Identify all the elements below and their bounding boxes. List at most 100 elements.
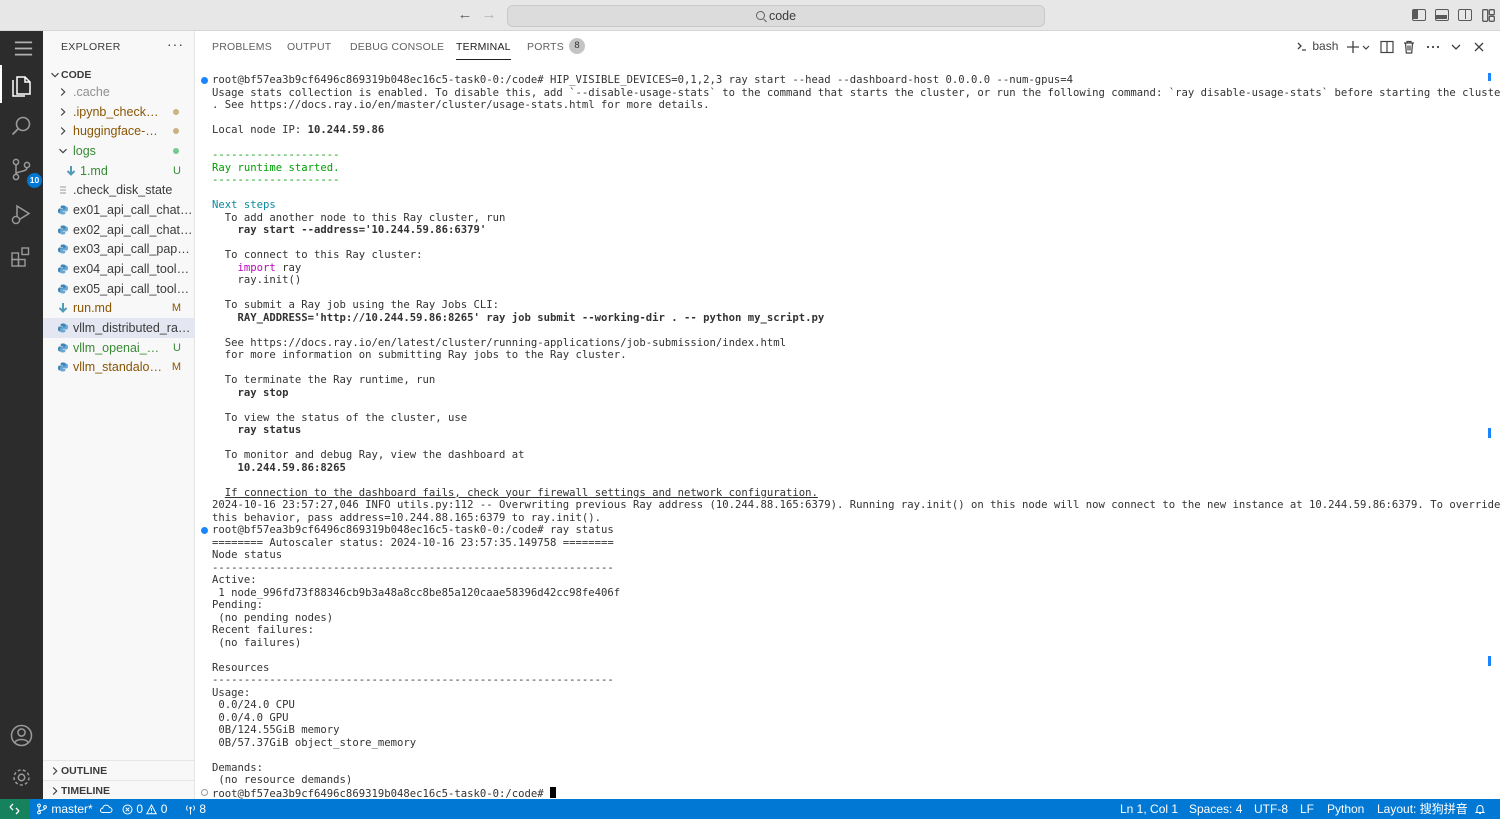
terminal-line: Recent failures:: [212, 624, 315, 636]
settings-gear-icon[interactable]: [8, 764, 35, 791]
tree-file-selected[interactable]: vllm_distributed_ray.py: [43, 318, 195, 338]
back-arrow-icon[interactable]: ←: [456, 6, 474, 24]
terminal-profile-bash[interactable]: bash: [1295, 39, 1343, 55]
markdown-file-icon: [58, 303, 68, 313]
explorer-sidebar: EXPLORER ··· CODE .cache .ipynb_checkpoi…: [43, 31, 195, 799]
command-success-dot-icon[interactable]: [201, 77, 208, 84]
tab-ports[interactable]: PORTS: [527, 41, 564, 53]
terminal-line: ray start --address='10.244.59.86:6379': [212, 224, 487, 236]
split-terminal-icon[interactable]: [1379, 39, 1395, 55]
terminal-line: Resources: [212, 661, 270, 674]
command-center-search[interactable]: code: [507, 5, 1045, 27]
launch-profile-chevron-down-icon[interactable]: [1361, 39, 1371, 55]
outline-section[interactable]: OUTLINE: [43, 760, 195, 780]
tree-file[interactable]: 1.md U: [43, 161, 195, 181]
terminal-line: Next steps: [212, 199, 276, 211]
keyboard-layout-status[interactable]: Layout: 搜狗拼音: [1377, 799, 1468, 819]
tree-folder[interactable]: huggingface-cache: [43, 121, 195, 141]
menu-icon[interactable]: [10, 35, 33, 57]
toggle-primary-sidebar-icon[interactable]: [1412, 9, 1426, 21]
chevron-down-icon: [51, 72, 59, 78]
python-file-icon: [58, 343, 68, 353]
remote-icon: [9, 803, 20, 815]
customize-layout-icon[interactable]: [1482, 9, 1495, 22]
tree-folder[interactable]: logs: [43, 141, 195, 161]
tab-problems[interactable]: PROBLEMS: [212, 41, 272, 53]
indentation-status[interactable]: Spaces: 4: [1189, 799, 1242, 819]
search-icon[interactable]: [8, 113, 35, 140]
tab-debug-console[interactable]: DEBUG CONSOLE: [350, 41, 444, 53]
terminal-line: this behavior, pass address=10.244.88.16…: [212, 511, 602, 524]
new-terminal-plus-icon[interactable]: [1345, 39, 1361, 55]
terminal-line: Ray runtime started.: [212, 161, 340, 174]
terminal-line: To add another node to this Ray cluster,…: [212, 211, 506, 224]
tree-file[interactable]: vllm_standalone.py M: [43, 357, 195, 377]
explorer-icon[interactable]: [0, 65, 35, 103]
terminal-line: Local node IP: 10.244.59.86: [212, 124, 385, 136]
text-file-icon: [60, 186, 66, 194]
tree-file[interactable]: ex03_api_call_paper.py: [43, 239, 195, 259]
encoding-status[interactable]: UTF-8: [1254, 799, 1288, 819]
accounts-icon[interactable]: [8, 722, 35, 749]
source-control-badge: 10: [27, 173, 42, 188]
more-actions-icon[interactable]: [1425, 39, 1441, 55]
terminal-line: root@bf57ea3b9cf6496c869319b048ec16c5-ta…: [212, 524, 614, 536]
source-control-icon[interactable]: 10: [8, 156, 42, 188]
git-branch-status[interactable]: master*: [36, 799, 113, 819]
error-icon: [122, 804, 133, 815]
cursor-position-status[interactable]: Ln 1, Col 1: [1120, 799, 1178, 819]
kill-terminal-trash-icon[interactable]: [1401, 39, 1417, 55]
tree-file[interactable]: run.md M: [43, 298, 195, 318]
panel-tabs: PROBLEMS OUTPUT DEBUG CONSOLE TERMINAL P…: [195, 31, 1500, 63]
scrollbar-marker: [1488, 428, 1491, 438]
remote-indicator[interactable]: [0, 799, 30, 819]
terminal-line: . See https://docs.ray.io/en/master/clus…: [212, 99, 710, 111]
problems-status[interactable]: 0 0: [122, 799, 167, 819]
tab-output[interactable]: OUTPUT: [287, 41, 331, 53]
tree-folder[interactable]: .cache: [43, 82, 195, 102]
chevron-right-icon: [60, 127, 66, 135]
terminal-line: ray stop: [212, 386, 289, 399]
terminal-output[interactable]: root@bf57ea3b9cf6496c869319b048ec16c5-ta…: [195, 74, 1500, 800]
terminal-line: To connect to this Ray cluster:: [212, 249, 423, 261]
terminal-line: --------------------: [212, 149, 340, 161]
extensions-icon[interactable]: [8, 243, 35, 270]
timeline-section[interactable]: TIMELINE: [43, 780, 195, 800]
tree-folder[interactable]: .ipynb_checkpoints: [43, 102, 195, 122]
terminal-line: To submit a Ray job using the Ray Jobs C…: [212, 299, 500, 311]
language-mode-status[interactable]: Python: [1327, 799, 1364, 819]
tree-file[interactable]: .check_disk_state: [43, 180, 195, 200]
search-icon: [755, 11, 765, 20]
command-pending-dot-icon[interactable]: [201, 789, 208, 796]
tree-file[interactable]: ex01_api_call_chat.py: [43, 200, 195, 220]
untracked-dot-icon: [173, 148, 179, 154]
forwarded-ports-status[interactable]: 8: [185, 799, 206, 819]
chevron-down-icon: [59, 148, 67, 154]
terminal-line: ======== Autoscaler status: 2024-10-16 2…: [212, 536, 614, 549]
explorer-more-actions-icon[interactable]: ···: [167, 36, 184, 52]
tree-file[interactable]: vllm_openai_call.py U: [43, 338, 195, 358]
terminal-line: 0B/57.37GiB object_store_memory: [212, 736, 417, 749]
command-success-dot-icon[interactable]: [201, 527, 208, 534]
tree-file[interactable]: ex02_api_call_chat.py: [43, 220, 195, 240]
forward-arrow-icon[interactable]: →: [480, 6, 498, 24]
notifications-bell-icon[interactable]: [1474, 799, 1486, 819]
close-panel-icon[interactable]: [1471, 39, 1487, 55]
run-debug-icon[interactable]: [8, 200, 35, 227]
python-file-icon: [58, 225, 68, 235]
tree-file[interactable]: ex04_api_call_tools.py: [43, 259, 195, 279]
explorer-title: EXPLORER: [61, 41, 121, 53]
toggle-secondary-sidebar-icon[interactable]: [1458, 9, 1472, 21]
eol-status[interactable]: LF: [1300, 799, 1314, 819]
terminal-line: ----------------------------------------…: [212, 561, 614, 574]
chevron-right-icon: [60, 88, 66, 96]
terminal-line: ray status: [212, 424, 302, 436]
maximize-panel-chevron-icon[interactable]: [1448, 39, 1464, 55]
tree-file[interactable]: ex05_api_call_tools.py: [43, 279, 195, 299]
modified-decoration: M: [171, 361, 181, 373]
tab-terminal[interactable]: TERMINAL: [456, 41, 511, 60]
title-bar: ← → code: [0, 0, 1500, 31]
terminal-line: import ray: [237, 261, 302, 274]
toggle-panel-icon[interactable]: [1435, 9, 1449, 21]
chevron-right-icon: [52, 787, 58, 795]
